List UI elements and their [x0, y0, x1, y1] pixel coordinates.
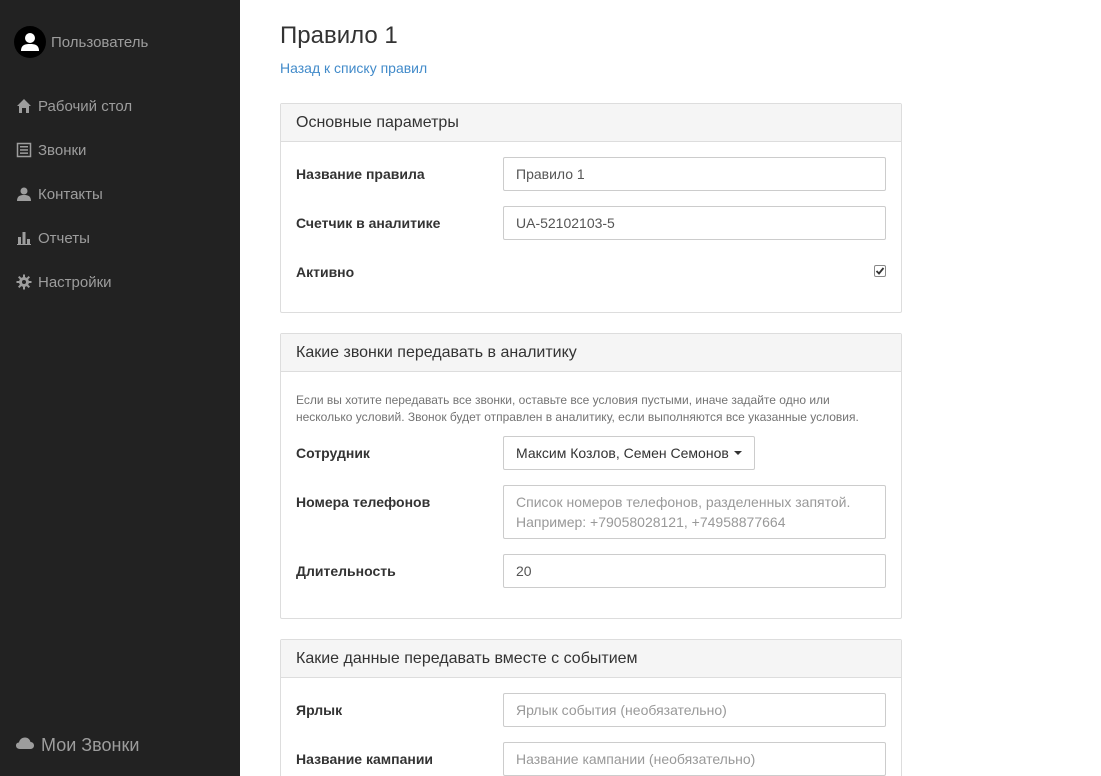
sidebar-item-label: Рабочий стол	[38, 97, 133, 115]
list-icon	[16, 142, 32, 158]
duration-input[interactable]	[503, 554, 886, 588]
sidebar-nav: Рабочий стол Звонки Контакты Отчеты Наст…	[0, 84, 240, 304]
form-row-campaign: Название кампании	[296, 742, 886, 776]
sidebar-item-contacts[interactable]: Контакты	[0, 172, 240, 216]
user-menu[interactable]: Пользователь	[14, 26, 148, 58]
sidebar-item-label: Настройки	[38, 273, 112, 291]
event-label-label: Ярлык	[296, 702, 343, 718]
form-row-employee: Сотрудник Максим Козлов, Семен Семонов	[296, 436, 886, 470]
duration-label: Длительность	[296, 563, 396, 579]
cloud-icon	[15, 736, 35, 755]
brand[interactable]: Мои Звонки	[15, 735, 139, 756]
employee-label: Сотрудник	[296, 445, 370, 461]
checkmark-icon	[875, 267, 885, 275]
form-row-active: Активно	[296, 262, 886, 282]
panel-main-params: Основные параметры Название правила Счет…	[280, 103, 902, 313]
sidebar: Пользователь Рабочий стол Звонки Контакт…	[0, 0, 240, 776]
sidebar-item-calls[interactable]: Звонки	[0, 128, 240, 172]
rule-name-label: Название правила	[296, 166, 425, 182]
user-icon	[16, 186, 32, 202]
sidebar-item-label: Звонки	[38, 141, 87, 159]
form-row-duration: Длительность	[296, 554, 886, 588]
gear-icon	[16, 274, 32, 290]
sidebar-item-label: Контакты	[38, 185, 103, 203]
employee-dropdown[interactable]: Максим Козлов, Семен Семонов	[503, 436, 755, 470]
bar-chart-icon	[16, 230, 32, 246]
panel-heading: Какие данные передавать вместе с событие…	[281, 640, 901, 678]
active-checkbox[interactable]	[874, 265, 886, 277]
panel-heading: Основные параметры	[281, 104, 901, 142]
sidebar-item-settings[interactable]: Настройки	[0, 260, 240, 304]
brand-name: Мои Звонки	[41, 735, 140, 755]
home-icon	[16, 98, 32, 114]
form-row-phones: Номера телефонов	[296, 485, 886, 539]
back-to-rules-link[interactable]: Назад к списку правил	[280, 60, 427, 76]
campaign-input[interactable]	[503, 742, 886, 776]
user-name: Пользователь	[51, 33, 149, 51]
form-row-counter: Счетчик в аналитике	[296, 206, 886, 240]
caret-down-icon	[733, 451, 742, 455]
counter-label: Счетчик в аналитике	[296, 215, 441, 231]
phones-label: Номера телефонов	[296, 494, 431, 510]
user-avatar-icon	[21, 33, 39, 51]
form-row-label: Ярлык	[296, 693, 886, 727]
phones-textarea[interactable]	[503, 485, 886, 539]
form-row-name: Название правила	[296, 157, 886, 191]
sidebar-item-reports[interactable]: Отчеты	[0, 216, 240, 260]
employee-selected: Максим Козлов, Семен Семонов	[516, 445, 729, 461]
panel-calls-filter: Какие звонки передавать в аналитику Если…	[280, 333, 902, 619]
active-label: Активно	[296, 264, 355, 280]
panel-heading: Какие звонки передавать в аналитику	[281, 334, 901, 372]
sidebar-item-label: Отчеты	[38, 229, 90, 247]
counter-input[interactable]	[503, 206, 886, 240]
rule-name-input[interactable]	[503, 157, 886, 191]
campaign-label: Название кампании	[296, 751, 434, 767]
event-label-input[interactable]	[503, 693, 886, 727]
calls-help-text: Если вы хотите передавать все звонки, ос…	[296, 393, 859, 424]
avatar	[14, 26, 46, 58]
sidebar-item-dashboard[interactable]: Рабочий стол	[0, 84, 240, 128]
panel-event-data: Какие данные передавать вместе с событие…	[280, 639, 902, 776]
page-title: Правило 1	[280, 22, 398, 49]
